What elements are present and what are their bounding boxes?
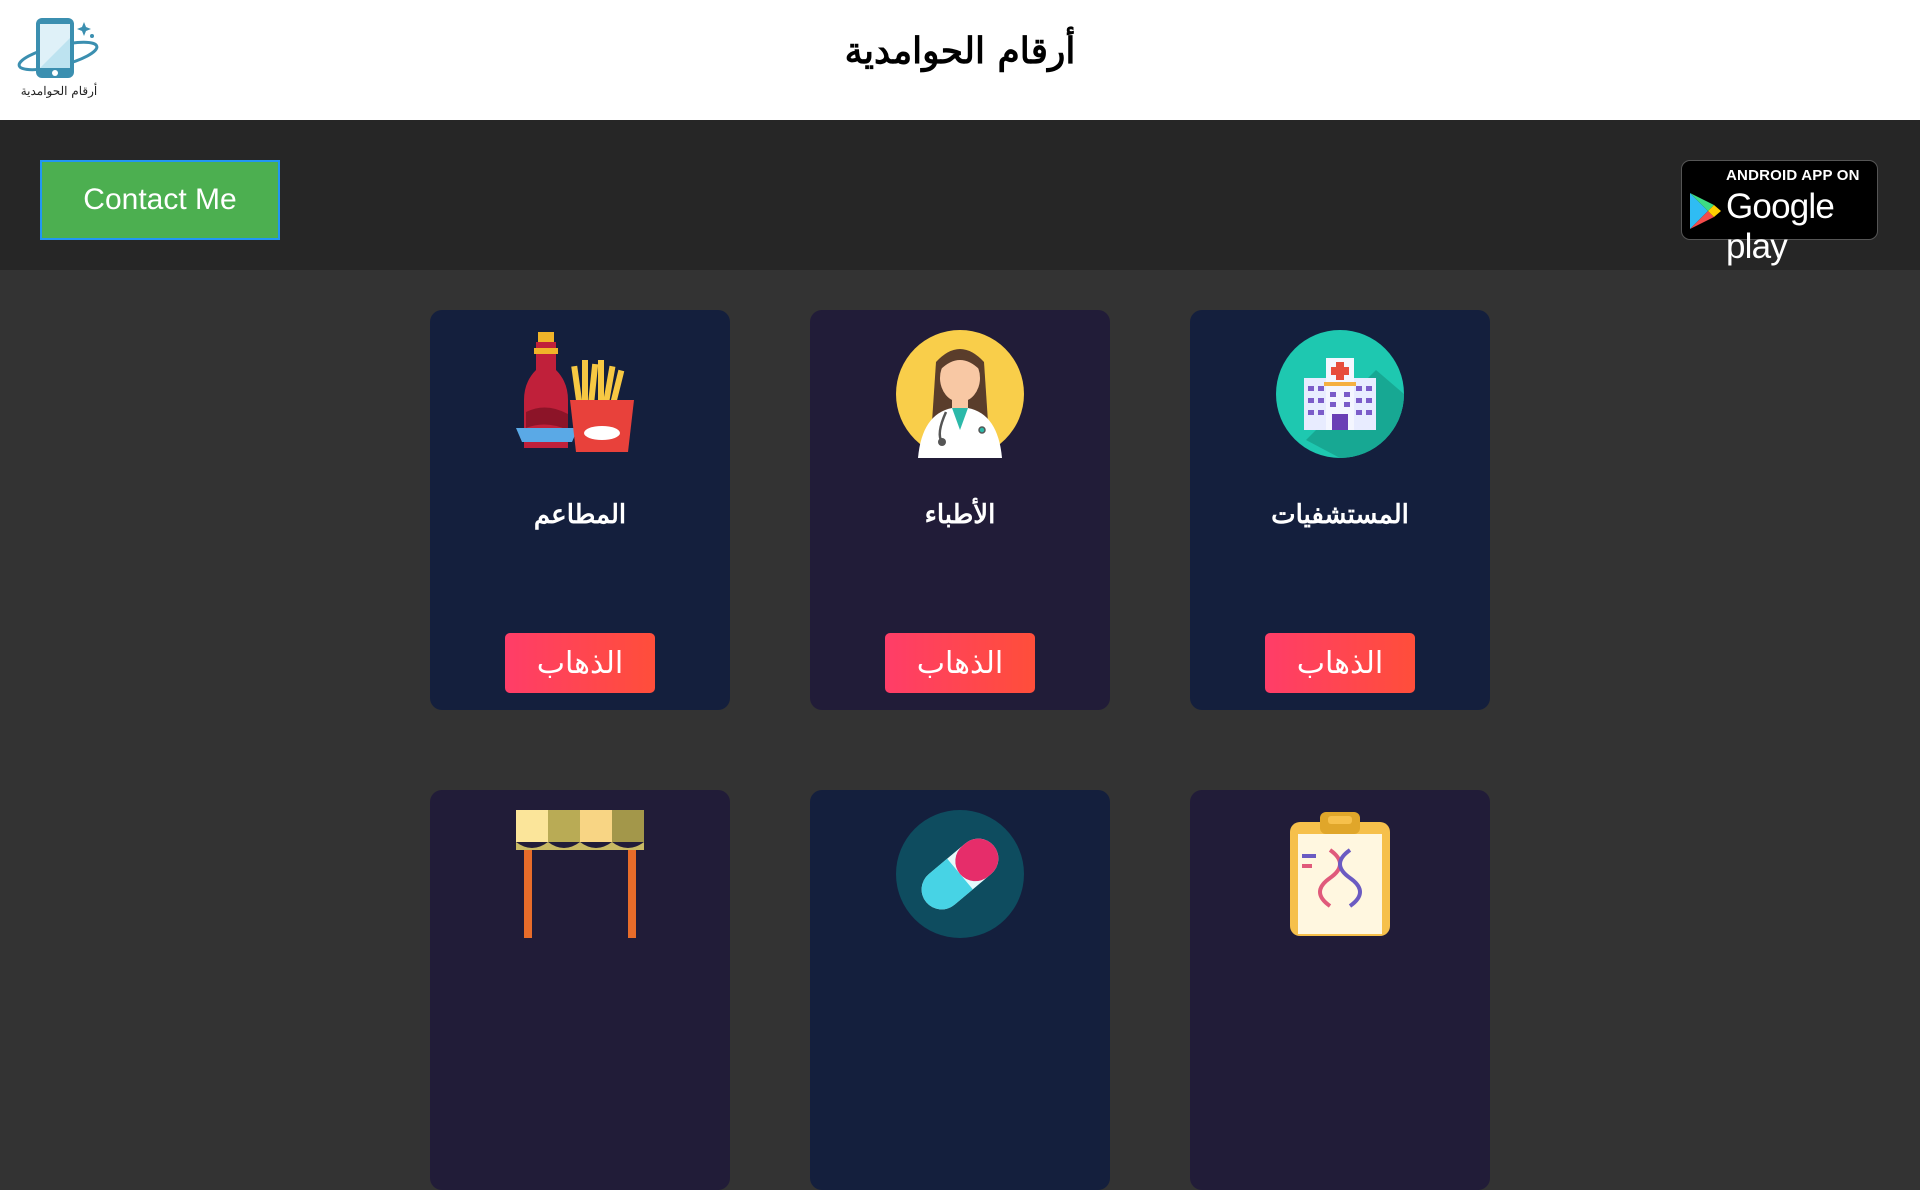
go-button[interactable]: الذهاب — [505, 633, 655, 693]
card-restaurants: المطاعم الذهاب — [430, 310, 730, 710]
contact-button[interactable]: Contact Me — [40, 160, 280, 240]
card-shops — [430, 790, 730, 1190]
pill-icon — [896, 810, 1024, 938]
doctor-icon — [896, 330, 1024, 458]
google-play-badge[interactable]: ANDROID APP ON Google play — [1681, 160, 1878, 266]
logo-text: أرقام الحوامدية — [20, 84, 98, 98]
card-title: المطاعم — [533, 500, 627, 530]
go-button[interactable]: الذهاب — [1265, 633, 1415, 693]
food-icon — [516, 330, 644, 458]
go-button[interactable]: الذهاب — [885, 633, 1035, 693]
lab-report-icon — [1276, 810, 1404, 938]
site-header: أرقام الحوامدية أرقام الحوامدية — [0, 0, 1920, 120]
card-title: المستشفيات — [1271, 500, 1409, 530]
hospital-icon — [1276, 330, 1404, 458]
page-title: أرقام الحوامدية — [844, 30, 1076, 72]
card-hospitals: المستشفيات الذهاب — [1190, 310, 1490, 710]
market-stall-icon — [516, 810, 644, 938]
google-play-top-text: ANDROID APP ON — [1726, 167, 1860, 184]
card-pharmacies — [810, 790, 1110, 1190]
google-play-icon — [1690, 193, 1721, 229]
card-title: الأطباء — [924, 500, 996, 530]
navbar — [0, 120, 1920, 270]
card-doctors: الأطباء الذهاب — [810, 310, 1110, 710]
card-lab — [1190, 790, 1490, 1190]
google-play-bottom-text: Google play — [1726, 187, 1835, 266]
